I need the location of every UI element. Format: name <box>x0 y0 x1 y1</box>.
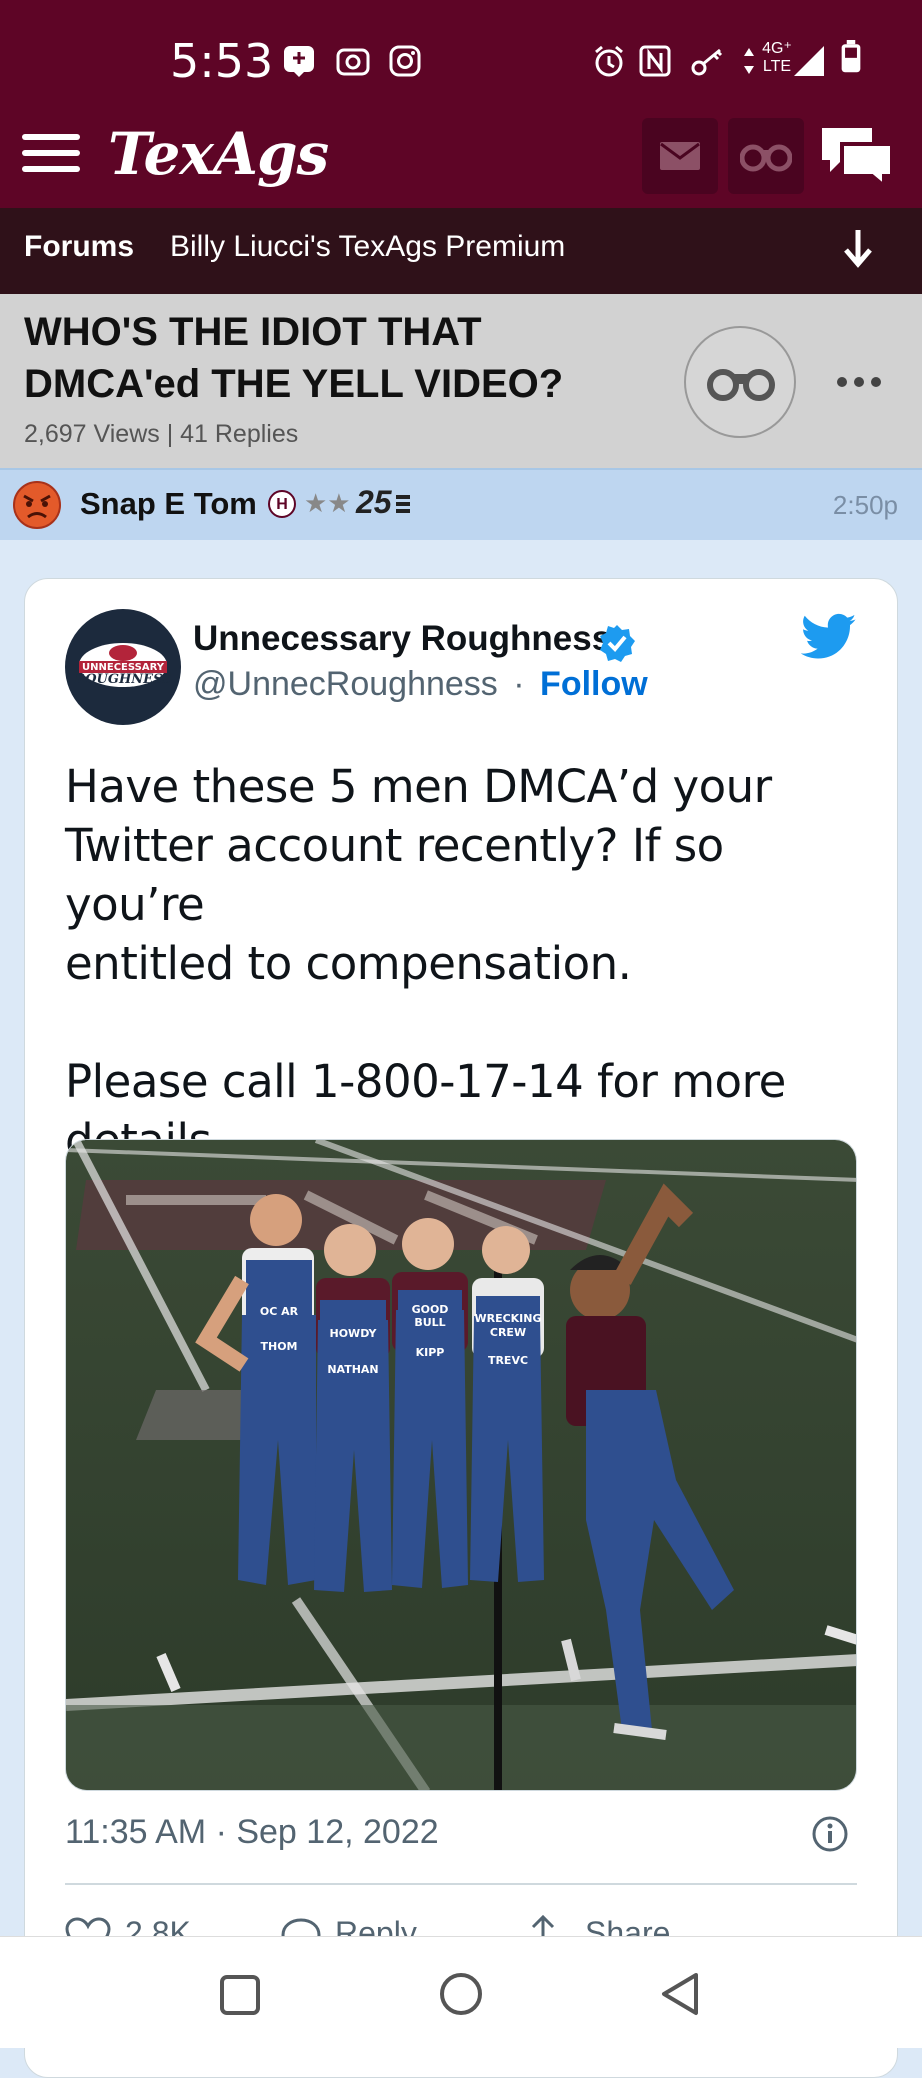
tweet-account-name[interactable]: Unnecessary Roughness <box>193 619 611 659</box>
user-badge: H <box>268 490 296 518</box>
verified-badge-icon <box>600 625 635 662</box>
tweet-handle[interactable]: @UnnecRoughness <box>193 665 498 703</box>
key-icon <box>691 48 723 76</box>
embedded-tweet[interactable]: UNNECESSARY ROUGHNESS Unnecessary Roughn… <box>24 578 898 2078</box>
user-rank: 25 <box>356 484 411 521</box>
rank-lines-icon <box>396 495 411 513</box>
recent-apps-icon[interactable] <box>218 1973 262 2017</box>
watch-button[interactable] <box>728 118 804 194</box>
more-options-icon[interactable] <box>836 376 882 388</box>
yell-leaders-photo: OC AR THOM HOWDY NATHAN GOOD BULL KIPP W… <box>66 1140 856 1790</box>
arrow-down-icon[interactable] <box>842 228 874 268</box>
chat-bubbles-icon[interactable] <box>818 124 896 186</box>
signal-icon <box>794 46 824 76</box>
twitter-bird-icon[interactable] <box>801 613 857 661</box>
tweet-handle-line: @UnnecRoughness · Follow <box>193 665 648 704</box>
svg-text:TREVC: TREVC <box>488 1354 528 1367</box>
home-icon[interactable] <box>438 1971 484 2017</box>
svg-text:ROUGHNESS: ROUGHNESS <box>73 672 171 687</box>
post-header: Snap E Tom H ★★ 25 2:50p <box>0 470 922 540</box>
camera-app-icon <box>336 48 370 76</box>
svg-text:KIPP: KIPP <box>416 1346 445 1359</box>
angry-face-icon[interactable] <box>12 480 62 530</box>
handle-separator: · <box>513 665 525 703</box>
notification-app-icon <box>284 46 314 77</box>
thread-title: WHO'S THE IDIOT THAT DMCA'ed THE YELL VI… <box>24 310 564 406</box>
texags-logo[interactable]: TexAgs <box>108 120 329 188</box>
svg-text:HOWDY: HOWDY <box>330 1327 378 1340</box>
tweet-avatar[interactable]: UNNECESSARY ROUGHNESS <box>65 609 181 725</box>
svg-text:BULL: BULL <box>414 1316 445 1329</box>
thread-stats: 2,697 Views | 41 Replies <box>24 420 299 448</box>
svg-text:WRECKING: WRECKING <box>474 1312 541 1325</box>
post-time: 2:50p <box>832 490 898 520</box>
forum-name-link[interactable]: Billy Liucci's TexAgs Premium <box>170 230 565 264</box>
back-icon[interactable] <box>658 1971 702 2017</box>
mail-button[interactable] <box>642 118 718 194</box>
status-time: 5:53 <box>170 34 274 88</box>
post-username[interactable]: Snap E Tom <box>80 486 257 522</box>
instagram-icon <box>389 45 421 77</box>
tweet-text: Have these 5 men DMCA’d your Twitter acc… <box>65 760 786 1167</box>
app-bar: TexAgs <box>0 118 922 210</box>
binoculars-icon <box>707 369 775 401</box>
info-icon[interactable] <box>811 1815 849 1853</box>
status-bar: 5:53 4G⁺ LTE <box>0 0 922 120</box>
tweet-divider <box>65 1883 857 1885</box>
user-stars: ★★ <box>304 488 351 518</box>
tweet-timestamp[interactable]: 11:35 AM · Sep 12, 2022 <box>65 1813 439 1852</box>
svg-text:NATHAN: NATHAN <box>327 1363 378 1376</box>
mail-icon <box>660 142 700 170</box>
system-navigation-bar <box>0 1936 922 2048</box>
svg-text:OC AR: OC AR <box>260 1305 299 1318</box>
tweet-media-image[interactable]: OC AR THOM HOWDY NATHAN GOOD BULL KIPP W… <box>65 1139 857 1791</box>
network-type: 4G⁺ LTE <box>762 40 792 75</box>
thread-header: WHO'S THE IDIOT THAT DMCA'ed THE YELL VI… <box>0 294 922 470</box>
unnecessary-roughness-logo: UNNECESSARY ROUGHNESS <box>73 643 172 687</box>
follow-link[interactable]: Follow <box>540 665 648 703</box>
svg-text:THOM: THOM <box>260 1340 297 1353</box>
forums-link[interactable]: Forums <box>24 230 134 264</box>
alarm-icon <box>595 45 623 77</box>
watch-thread-button[interactable] <box>684 326 796 438</box>
svg-text:CREW: CREW <box>490 1326 526 1339</box>
battery-icon <box>841 40 861 73</box>
binoculars-icon <box>740 144 792 172</box>
nfc-icon <box>639 45 671 77</box>
data-arrows-icon <box>744 48 754 74</box>
svg-text:GOOD: GOOD <box>412 1303 449 1316</box>
hamburger-menu-icon[interactable] <box>22 130 80 176</box>
forums-bar: Forums Billy Liucci's TexAgs Premium <box>0 208 922 294</box>
